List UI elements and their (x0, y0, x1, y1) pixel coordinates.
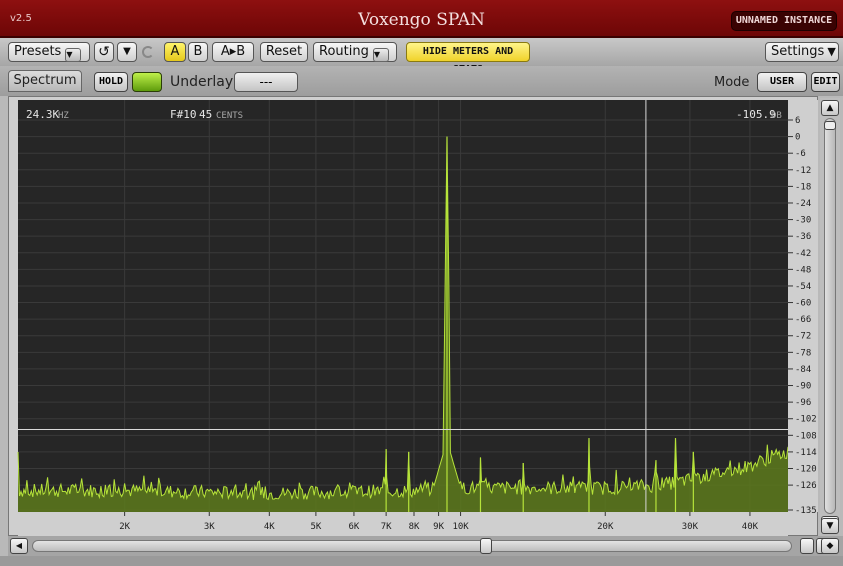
y-tick-label: -72 (795, 332, 811, 342)
y-tick-label: -90 (795, 382, 811, 392)
y-tick-label: -84 (795, 365, 811, 375)
y-tick-label: 0 (795, 133, 800, 143)
span-window: v2.5 Voxengo SPAN UNNAMED INSTANCE Prese… (0, 0, 843, 566)
scroll-up-icon[interactable]: ▲ (821, 100, 839, 116)
x-tick-label: 5K (310, 522, 321, 532)
x-tick-label: 30K (682, 522, 699, 532)
x-tick-label: 20K (597, 522, 614, 532)
y-tick-label: -78 (795, 348, 811, 358)
readout-note: F#10 (170, 108, 197, 121)
y-tick-label: -126 (795, 481, 817, 491)
readout-cents-unit: CENTS (216, 111, 243, 121)
scroll-down-end-icon[interactable]: ▼ (821, 518, 839, 534)
x-tick-label: 7K (381, 522, 392, 532)
y-tick-label: 6 (795, 116, 800, 126)
y-tick-label: -24 (795, 199, 811, 209)
y-tick-label: -12 (795, 166, 811, 176)
readout-level: -105.9 (736, 108, 776, 121)
horizontal-scroll-track[interactable] (32, 540, 792, 552)
y-axis-ticks: 6 0 -6 -12 -18 -24 -30 -36 -42 -48 -54 -60 -66 -72 -78… (788, 100, 818, 516)
y-tick-label: -66 (795, 315, 811, 325)
horizontal-scroll-thumb[interactable] (480, 538, 492, 554)
y-tick-label: -135 (795, 506, 817, 516)
scroll-left-icon[interactable]: ◀ (10, 538, 28, 554)
x-tick-label: 3K (204, 522, 215, 532)
y-tick-label: -96 (795, 398, 811, 408)
vertical-scroll-track[interactable] (824, 118, 836, 514)
plot-area[interactable] (18, 100, 788, 512)
y-tick-label: -6 (795, 149, 806, 159)
y-tick-label: -114 (795, 448, 817, 458)
x-tick-label: 9K (433, 522, 444, 532)
readout-cents: 45 (199, 108, 212, 121)
x-tick-label: 40K (742, 522, 759, 532)
x-tick-label: 10K (452, 522, 469, 532)
y-tick-label: -108 (795, 431, 817, 441)
horizontal-scroll-end-handle[interactable] (800, 538, 814, 554)
x-tick-label: 8K (409, 522, 420, 532)
y-tick-label: -48 (795, 265, 811, 275)
readout-frequency: 24.3K (26, 108, 59, 121)
y-tick-label: -102 (795, 415, 817, 425)
x-tick-label: 4K (264, 522, 275, 532)
zoom-reset-icon[interactable]: ◆ (821, 538, 839, 554)
spectrum-chart[interactable]: 2K 3K 4K 5K 6K 7K 8K 9K 10K 20K 30K 40K 6 0 -6 -12 -18 -… (0, 0, 843, 566)
readout-level-unit: DB (771, 111, 782, 121)
y-tick-label: -120 (795, 465, 817, 475)
y-tick-label: -60 (795, 299, 811, 309)
horizontal-scrollbar[interactable]: ◀ ▶ ◆ (8, 536, 843, 556)
y-tick-label: -36 (795, 232, 811, 242)
y-tick-label: -18 (795, 182, 811, 192)
x-tick-label: 6K (349, 522, 360, 532)
vertical-scrollbar[interactable]: ▲ ▼ (820, 98, 840, 534)
x-tick-label: 2K (119, 522, 130, 532)
x-axis-band (18, 512, 788, 536)
y-tick-label: -30 (795, 216, 811, 226)
bottom-bar (0, 556, 843, 566)
y-tick-label: -42 (795, 249, 811, 259)
x-axis-ticks: 2K 3K 4K 5K 6K 7K 8K 9K 10K 20K 30K 40K (18, 512, 788, 536)
vertical-scroll-thumb[interactable] (824, 121, 836, 130)
readout-frequency-unit: HZ (58, 111, 69, 121)
y-tick-label: -54 (795, 282, 811, 292)
